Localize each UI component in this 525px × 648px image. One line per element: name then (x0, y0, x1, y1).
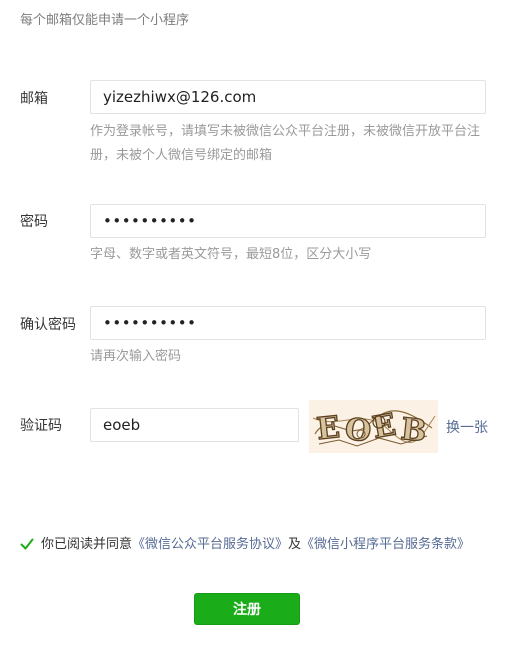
captcha-input[interactable] (103, 416, 286, 434)
password-field[interactable]: •••••••••• (90, 204, 486, 238)
agreement-text: 你已阅读并同意《微信公众平台服务协议》及《微信小程序平台服务条款》 (41, 533, 471, 556)
captcha-image[interactable]: E O E B (309, 400, 438, 453)
confirm-password-hint: 请再次输入密码 (90, 349, 182, 364)
service-agreement-link[interactable]: 《微信公众平台服务协议》 (132, 537, 288, 552)
agreement-middle: 及 (288, 537, 302, 552)
captcha-refresh-link[interactable]: 换一张 (446, 417, 488, 437)
captcha-field[interactable] (90, 408, 299, 442)
register-button[interactable]: 注册 (194, 593, 300, 625)
captcha-graphic: E O E B (309, 400, 438, 453)
svg-text:B: B (399, 412, 428, 449)
password-masked-value: •••••••••• (103, 212, 197, 230)
svg-text:O: O (343, 411, 374, 449)
captcha-label: 验证码 (20, 418, 62, 434)
email-label: 邮箱 (20, 91, 48, 107)
agree-checkbox[interactable] (20, 537, 34, 551)
terms-link[interactable]: 《微信小程序平台服务条款》 (301, 537, 470, 552)
checkmark-icon (20, 538, 34, 550)
email-hint: 作为登录帐号，请填写未被微信公众平台注册，未被微信开放平台注册，未被个人微信号绑… (90, 124, 481, 163)
password-hint: 字母、数字或者英文符号，最短8位，区分大小写 (90, 247, 372, 262)
notice-text: 每个邮箱仅能申请一个小程序 (20, 13, 190, 28)
agreement-prefix: 你已阅读并同意 (41, 537, 133, 552)
email-field[interactable] (90, 80, 486, 114)
confirm-password-field[interactable]: •••••••••• (90, 306, 486, 340)
confirm-password-label: 确认密码 (20, 317, 76, 333)
confirm-password-masked-value: •••••••••• (103, 314, 197, 332)
password-label: 密码 (20, 214, 48, 230)
svg-text:E: E (315, 410, 341, 447)
email-input[interactable] (103, 88, 473, 106)
